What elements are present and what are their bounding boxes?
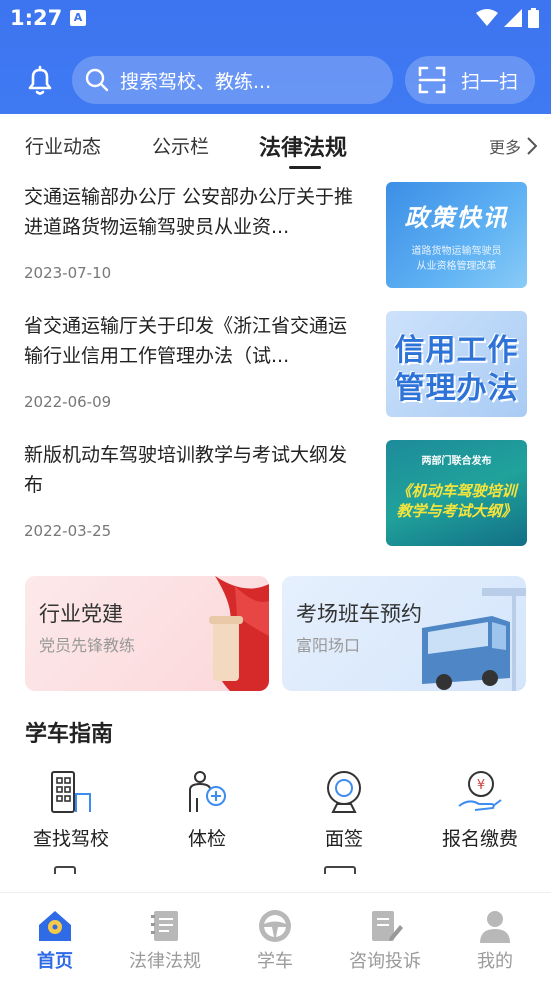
next-row-icon-peek [54,866,76,874]
thumb-headline: 政策快讯 [404,204,509,232]
news-thumbnail: 政策快讯 道路货物运输驾驶员 从业资格管理改革 [386,182,527,288]
battery-icon [528,8,539,28]
guide-label: 面签 [324,828,363,850]
news-title: 交通运输部办公厅 公安部办公厅关于推进道路货物运输驾驶员从业资... [24,186,354,238]
tab-bulletin[interactable]: 公示栏 [152,132,209,159]
news-title: 省交通运输厅关于印发《浙江省交通运输行业信用工作管理办法（试... [24,315,348,367]
news-thumbnail: 两部门联合发布 《机动车驾驶培训 教学与考试大纲》 [386,440,527,546]
steering-wheel-icon [259,910,291,942]
wifi-icon [476,9,498,26]
thumb-subline: 道路货物运输驾驶员 [411,246,502,257]
card-title: 考场班车预约 [296,602,422,626]
news-date: 2023-07-10 [24,264,112,282]
nav-learn[interactable]: 学车 [220,893,330,981]
book-icon [151,911,178,941]
interview-item[interactable]: 面签 [289,768,399,858]
exam-shuttle-card[interactable]: 考场班车预约 富阳场口 [282,576,526,691]
chevron-right-icon [527,137,537,155]
next-row-icon-peek [324,866,356,874]
bus-icon [422,588,526,691]
tab-industry-news[interactable]: 行业动态 [25,132,101,159]
card-subtitle: 富阳场口 [296,636,361,655]
edit-doc-icon [372,911,403,941]
nav-laws[interactable]: 法律法规 [110,893,220,981]
nav-label: 咨询投诉 [349,951,421,972]
scan-button[interactable]: 扫一扫 [405,56,535,104]
nav-label: 我的 [477,951,513,972]
party-building-card[interactable]: 行业党建 党员先锋教练 [25,576,269,691]
camera-icon [327,771,361,813]
flag-icon [209,576,269,691]
svg-text:¥: ¥ [477,778,485,793]
guide-label: 报名缴费 [441,828,518,850]
search-input[interactable]: 搜索驾校、教练... [72,56,393,104]
health-check-item[interactable]: 体检 [152,768,262,858]
nav-label: 学车 [257,951,293,972]
nav-consult[interactable]: 咨询投诉 [330,893,440,981]
bell-icon[interactable] [22,62,58,98]
header: 1:27 A 搜索驾校、教练... 扫一扫 [0,0,551,114]
health-check-icon [189,771,226,812]
payment-icon: ¥ [458,771,502,811]
tab-laws[interactable]: 法律法规 [259,130,347,162]
thumb-header: 两部门联合发布 [421,456,492,467]
status-bar: 1:27 A [0,0,551,38]
search-placeholder: 搜索驾校、教练... [120,70,272,93]
search-row: 搜索驾校、教练... 扫一扫 [0,54,551,106]
news-date: 2022-03-25 [24,522,112,540]
notification-icon: A [70,10,86,26]
scan-label: 扫一扫 [461,70,519,93]
news-date: 2022-06-09 [24,393,112,411]
card-subtitle: 党员先锋教练 [39,636,136,655]
news-title: 新版机动车驾驶培训教学与考试大纲发布 [24,444,348,496]
nav-label: 法律法规 [129,951,201,972]
guide-label: 查找驾校 [32,828,109,850]
user-icon [480,911,510,943]
status-indicators [476,8,539,28]
nav-label: 首页 [37,951,73,972]
news-tabs: 行业动态 公示栏 法律法规 更多 [0,114,551,174]
news-item[interactable]: 交通运输部办公厅 公安部办公厅关于推进道路货物运输驾驶员从业资... 2023-… [0,182,551,310]
status-time: 1:27 [10,6,63,30]
building-icon [51,771,91,813]
news-thumbnail: 信用工作 管理办法 [386,311,527,417]
guide-title: 学车指南 [25,722,114,747]
thumb-line: 《机动车驾驶培训 [396,482,517,500]
nav-home[interactable]: 首页 [0,893,110,981]
payment-item[interactable]: ¥ 报名缴费 [425,768,535,858]
nav-profile[interactable]: 我的 [440,893,550,981]
signal-icon [504,9,522,27]
scan-icon [418,66,446,94]
news-item[interactable]: 省交通运输厅关于印发《浙江省交通运输行业信用工作管理办法（试... 2022-0… [0,311,551,439]
thumb-line: 教学与考试大纲》 [396,502,517,520]
active-tab-indicator [289,166,321,169]
home-icon [39,911,71,941]
thumb-subline: 从业资格管理改革 [416,261,497,272]
guide-label: 体检 [187,828,226,850]
more-button[interactable]: 更多 [489,134,537,158]
bottom-nav: 首页 法律法规 学车 咨询投诉 我的 [0,892,551,981]
search-icon [85,68,109,92]
news-item[interactable]: 新版机动车驾驶培训教学与考试大纲发布 2022-03-25 两部门联合发布 《机… [0,440,551,568]
find-school-item[interactable]: 查找驾校 [16,768,126,858]
thumb-line: 管理办法 [394,371,519,406]
more-label: 更多 [488,138,521,157]
card-title: 行业党建 [39,602,123,626]
